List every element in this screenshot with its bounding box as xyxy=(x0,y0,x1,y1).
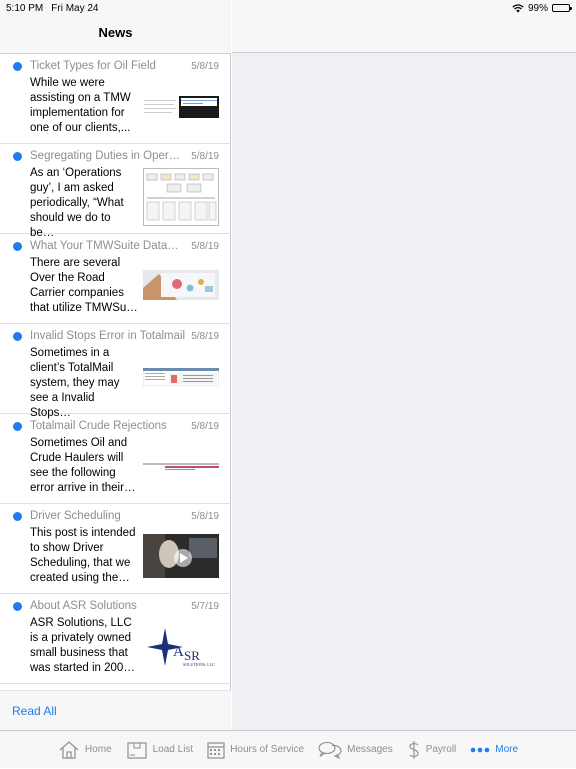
news-item[interactable]: Segregating Duties in Opera… 5/8/19 As a… xyxy=(0,144,231,239)
tab-payroll[interactable]: Payroll xyxy=(400,731,464,769)
screenshot-thumbnail xyxy=(143,462,219,472)
news-item[interactable]: Invalid Stops Error in Totalmail 5/8/19 … xyxy=(0,324,231,419)
news-title: Invalid Stops Error in Totalmail xyxy=(30,330,186,342)
logo-letters-sr: SR xyxy=(184,648,200,663)
status-right: 99% xyxy=(512,2,572,14)
tab-load-list[interactable]: Load List xyxy=(119,731,201,769)
calendar-icon xyxy=(207,741,225,759)
news-date: 5/8/19 xyxy=(191,151,219,162)
news-title: Segregating Duties in Opera… xyxy=(30,150,186,162)
unread-dot xyxy=(13,512,22,521)
news-date: 5/8/19 xyxy=(191,61,219,72)
unread-dot xyxy=(13,332,22,341)
status-time: 5:10 PM xyxy=(6,2,44,14)
status-date: Fri May 24 xyxy=(51,2,99,14)
news-excerpt: Sometimes Oil and Crude Haulers will see… xyxy=(30,437,136,494)
news-date: 5/8/19 xyxy=(191,331,219,342)
news-excerpt: Sometimes in a client’s TotalMail system… xyxy=(30,347,120,419)
tab-label: Load List xyxy=(152,744,194,755)
news-item[interactable]: Driver Scheduling 5/8/19 This post is in… xyxy=(0,504,231,594)
news-title: Ticket Types for Oil Field xyxy=(30,60,156,72)
tab-label: Messages xyxy=(347,744,393,755)
news-excerpt: As an ‘Operations guy’, I am asked perio… xyxy=(30,167,124,239)
chat-bubbles-icon xyxy=(318,741,342,759)
more-dots-icon xyxy=(470,747,490,752)
news-excerpt: This post is intended to show Driver Sch… xyxy=(30,527,136,584)
news-title: What Your TMWSuite Data… xyxy=(30,240,179,252)
unread-dot xyxy=(13,62,22,71)
video-thumbnail xyxy=(143,534,219,578)
news-item[interactable]: Ticket Types for Oil Field 5/8/19 While … xyxy=(0,54,231,144)
tab-home[interactable]: Home xyxy=(51,731,119,769)
news-list[interactable]: Ticket Types for Oil Field 5/8/19 While … xyxy=(0,54,231,690)
news-item[interactable]: What Your TMWSuite Data… 5/8/19 There ar… xyxy=(0,234,231,324)
tab-label: Home xyxy=(84,744,112,755)
flowchart-thumbnail xyxy=(143,168,219,226)
tab-label: Hours of Service xyxy=(230,744,305,755)
news-date: 5/7/19 xyxy=(191,601,219,612)
tab-label: Payroll xyxy=(425,744,457,755)
asr-logo-thumbnail: A SR SOLUTIONS, LLC xyxy=(143,624,219,670)
status-bar: 5:10 PM Fri May 24 99% xyxy=(0,0,576,16)
tab-label: More xyxy=(495,744,519,755)
screenshot-thumbnail xyxy=(143,368,219,386)
news-date: 5/8/19 xyxy=(191,421,219,432)
unread-dot xyxy=(13,152,22,161)
detail-pane xyxy=(232,0,576,730)
news-item[interactable]: Totalmail Crude Rejections 5/8/19 Someti… xyxy=(0,414,231,504)
news-title: Totalmail Crude Rejections xyxy=(30,420,167,432)
news-item[interactable]: About ASR Solutions 5/7/19 ASR Solutions… xyxy=(0,594,231,684)
news-title: Driver Scheduling xyxy=(30,510,121,522)
battery-icon xyxy=(552,4,572,12)
box-icon xyxy=(127,741,147,759)
dollar-icon xyxy=(409,740,419,759)
tab-messages[interactable]: Messages xyxy=(311,731,400,769)
wifi-icon xyxy=(512,3,524,12)
logo-letter-a: A xyxy=(173,644,184,660)
news-excerpt: There are several Over the Road Carrier … xyxy=(30,257,138,314)
master-pane: News Ticket Types for Oil Field 5/8/19 W… xyxy=(0,0,231,730)
read-all-bar: Read All xyxy=(0,690,231,730)
home-icon xyxy=(59,740,79,759)
news-date: 5/8/19 xyxy=(191,241,219,252)
tab-hours-of-service[interactable]: Hours of Service xyxy=(200,731,311,769)
charts-photo-thumbnail xyxy=(143,270,219,300)
battery-percent: 99% xyxy=(527,2,548,14)
tab-more[interactable]: More xyxy=(463,731,525,769)
news-date: 5/8/19 xyxy=(191,511,219,522)
news-excerpt: While we were assisting on a TMW impleme… xyxy=(30,77,131,134)
news-title: About ASR Solutions xyxy=(30,600,137,612)
news-excerpt: ASR Solutions, LLC is a privately owned … xyxy=(30,617,135,674)
unread-dot xyxy=(13,602,22,611)
unread-dot xyxy=(13,422,22,431)
tab-bar: Home Load List Hours of Service Messages xyxy=(0,730,576,768)
read-all-button[interactable]: Read All xyxy=(12,704,57,718)
screenshot-thumbnail xyxy=(143,96,219,118)
unread-dot xyxy=(13,242,22,251)
page-title: News xyxy=(98,25,133,40)
